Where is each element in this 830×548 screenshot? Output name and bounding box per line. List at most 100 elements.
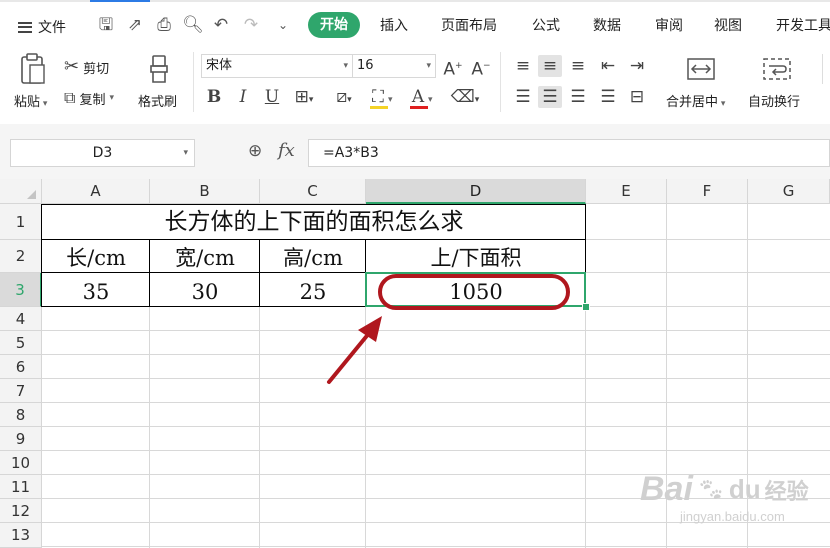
align-left-icon[interactable]: ☰ <box>512 86 534 108</box>
file-menu[interactable]: 文件 <box>18 17 66 37</box>
cell-a1-title[interactable]: 长方体的上下面的面积怎么求 <box>42 204 586 240</box>
increase-font-icon[interactable]: A+ <box>442 55 464 81</box>
save-icon[interactable]: 🖫 <box>95 14 117 36</box>
cell-a3[interactable]: 35 <box>42 273 150 307</box>
row-header-12[interactable]: 12 <box>0 499 42 523</box>
copy-button[interactable]: ⧉ 复制 ▾ <box>64 87 114 109</box>
column-header-d[interactable]: D <box>366 179 586 204</box>
redo-icon[interactable]: ↷ <box>240 14 262 36</box>
row-header-3[interactable]: 3 <box>0 273 42 307</box>
tab-developer[interactable]: 开发工具 <box>776 15 830 35</box>
font-color-icon[interactable]: A ▾ <box>408 86 442 110</box>
select-all-corner[interactable] <box>0 179 42 204</box>
row-header-4[interactable]: 4 <box>0 307 42 331</box>
paw-icon: 🐾︎ <box>696 476 725 502</box>
cell-b2[interactable]: 宽/cm <box>150 240 260 273</box>
font-size-select[interactable]: 16 ▾ <box>352 54 436 78</box>
table-border <box>41 239 586 240</box>
paste-label[interactable]: 粘贴 ▾ <box>14 91 47 110</box>
watermark-jingyan: 经验 <box>764 478 809 504</box>
borders-icon[interactable]: ⊞▾ <box>289 86 319 111</box>
tab-page-layout[interactable]: 页面布局 <box>441 15 497 35</box>
ribbon-divider <box>500 52 501 112</box>
wrap-text-button[interactable]: 自动换行 <box>748 91 800 110</box>
italic-icon[interactable]: I <box>233 86 253 108</box>
select-all-triangle-icon <box>27 190 36 199</box>
justify-icon[interactable]: ☰ <box>597 86 619 108</box>
gridline <box>42 546 830 547</box>
table-border <box>41 204 586 205</box>
column-header-g[interactable]: G <box>748 179 830 204</box>
watermark-brand: Bai <box>640 470 693 508</box>
scissors-icon: ✂ <box>64 56 80 77</box>
align-middle-icon[interactable]: ≡ <box>538 55 562 77</box>
undo-icon[interactable]: ↶ <box>210 14 232 36</box>
paste-button[interactable] <box>18 52 48 86</box>
column-header-a[interactable]: A <box>42 179 150 204</box>
watermark-url: jingyan.baidu.com <box>680 509 785 524</box>
column-header-f[interactable]: F <box>667 179 748 204</box>
print-icon[interactable]: ⎙ <box>153 14 175 36</box>
print-preview-icon[interactable]: 🔍︎ <box>182 14 204 36</box>
function-icon[interactable]: fx <box>278 140 295 161</box>
tab-formulas[interactable]: 公式 <box>532 15 560 35</box>
annotation-overlay <box>327 274 570 384</box>
ribbon-overflow <box>822 54 830 84</box>
row-header-6[interactable]: 6 <box>0 355 42 379</box>
merge-center-button[interactable]: 合并居中 ▾ <box>666 91 725 110</box>
row-header-9[interactable]: 9 <box>0 427 42 451</box>
copy-icon: ⧉ <box>64 88 76 107</box>
align-right-icon[interactable]: ☰ <box>567 86 589 108</box>
fill-color-icon[interactable]: ⛶ ▾ <box>368 86 402 110</box>
chevron-down-icon: ▾ <box>343 61 348 71</box>
wrap-text-icon[interactable] <box>762 56 792 82</box>
tab-view[interactable]: 视图 <box>714 15 742 35</box>
font-name-select[interactable]: 宋体 ▾ <box>201 54 353 78</box>
cell-a2[interactable]: 长/cm <box>42 240 150 273</box>
column-header-c[interactable]: C <box>260 179 366 204</box>
clear-format-icon[interactable]: ⌫▾ <box>448 86 482 111</box>
watermark-du: du <box>728 474 761 504</box>
gridline <box>42 450 830 451</box>
name-box[interactable]: D3 ▾ <box>10 139 195 167</box>
row-header-2[interactable]: 2 <box>0 240 42 273</box>
row-header-13[interactable]: 13 <box>0 523 42 548</box>
column-header-b[interactable]: B <box>150 179 260 204</box>
row-header-7[interactable]: 7 <box>0 379 42 403</box>
cut-button[interactable]: ✂ 剪切 <box>64 56 109 78</box>
bold-icon[interactable]: B <box>204 86 224 108</box>
align-top-icon[interactable]: ≡ <box>512 55 534 77</box>
align-bottom-icon[interactable]: ≡ <box>567 55 589 77</box>
tab-home[interactable]: 开始 <box>308 12 360 38</box>
format-painter-label[interactable]: 格式刷 <box>138 91 177 110</box>
row-header-1[interactable]: 1 <box>0 204 42 240</box>
decrease-indent-icon[interactable]: ⇤ <box>597 55 619 77</box>
ribbon-divider <box>193 52 194 112</box>
cell-b3[interactable]: 30 <box>150 273 260 307</box>
export-icon[interactable]: ⇗ <box>124 14 146 36</box>
file-menu-label: 文件 <box>38 20 66 36</box>
table-border <box>41 204 42 307</box>
decrease-font-icon[interactable]: A− <box>470 55 492 81</box>
zoom-icon[interactable]: ⊕ <box>248 141 270 165</box>
increase-indent-icon[interactable]: ⇥ <box>626 55 648 77</box>
tab-data[interactable]: 数据 <box>593 15 621 35</box>
column-header-e[interactable]: E <box>586 179 667 204</box>
table-border <box>259 239 260 307</box>
formula-input[interactable]: =A3*B3 <box>308 139 830 167</box>
merge-center-icon[interactable] <box>686 56 716 82</box>
row-header-11[interactable]: 11 <box>0 475 42 499</box>
distributed-icon[interactable]: ⊟ <box>626 86 648 108</box>
align-center-icon[interactable]: ☰ <box>538 86 562 108</box>
tab-review[interactable]: 审阅 <box>655 15 683 35</box>
tab-insert[interactable]: 插入 <box>380 15 408 35</box>
chevron-down-icon: ▾ <box>426 61 431 71</box>
underline-icon[interactable]: U <box>262 86 282 108</box>
row-header-8[interactable]: 8 <box>0 403 42 427</box>
quick-access-dropdown-icon[interactable]: ⌄ <box>272 14 294 36</box>
format-painter-icon[interactable] <box>148 54 172 84</box>
row-header-10[interactable]: 10 <box>0 451 42 475</box>
chevron-down-icon: ▾ <box>183 148 188 158</box>
fill-pattern-icon[interactable]: ⧄▾ <box>329 86 359 111</box>
row-header-5[interactable]: 5 <box>0 331 42 355</box>
